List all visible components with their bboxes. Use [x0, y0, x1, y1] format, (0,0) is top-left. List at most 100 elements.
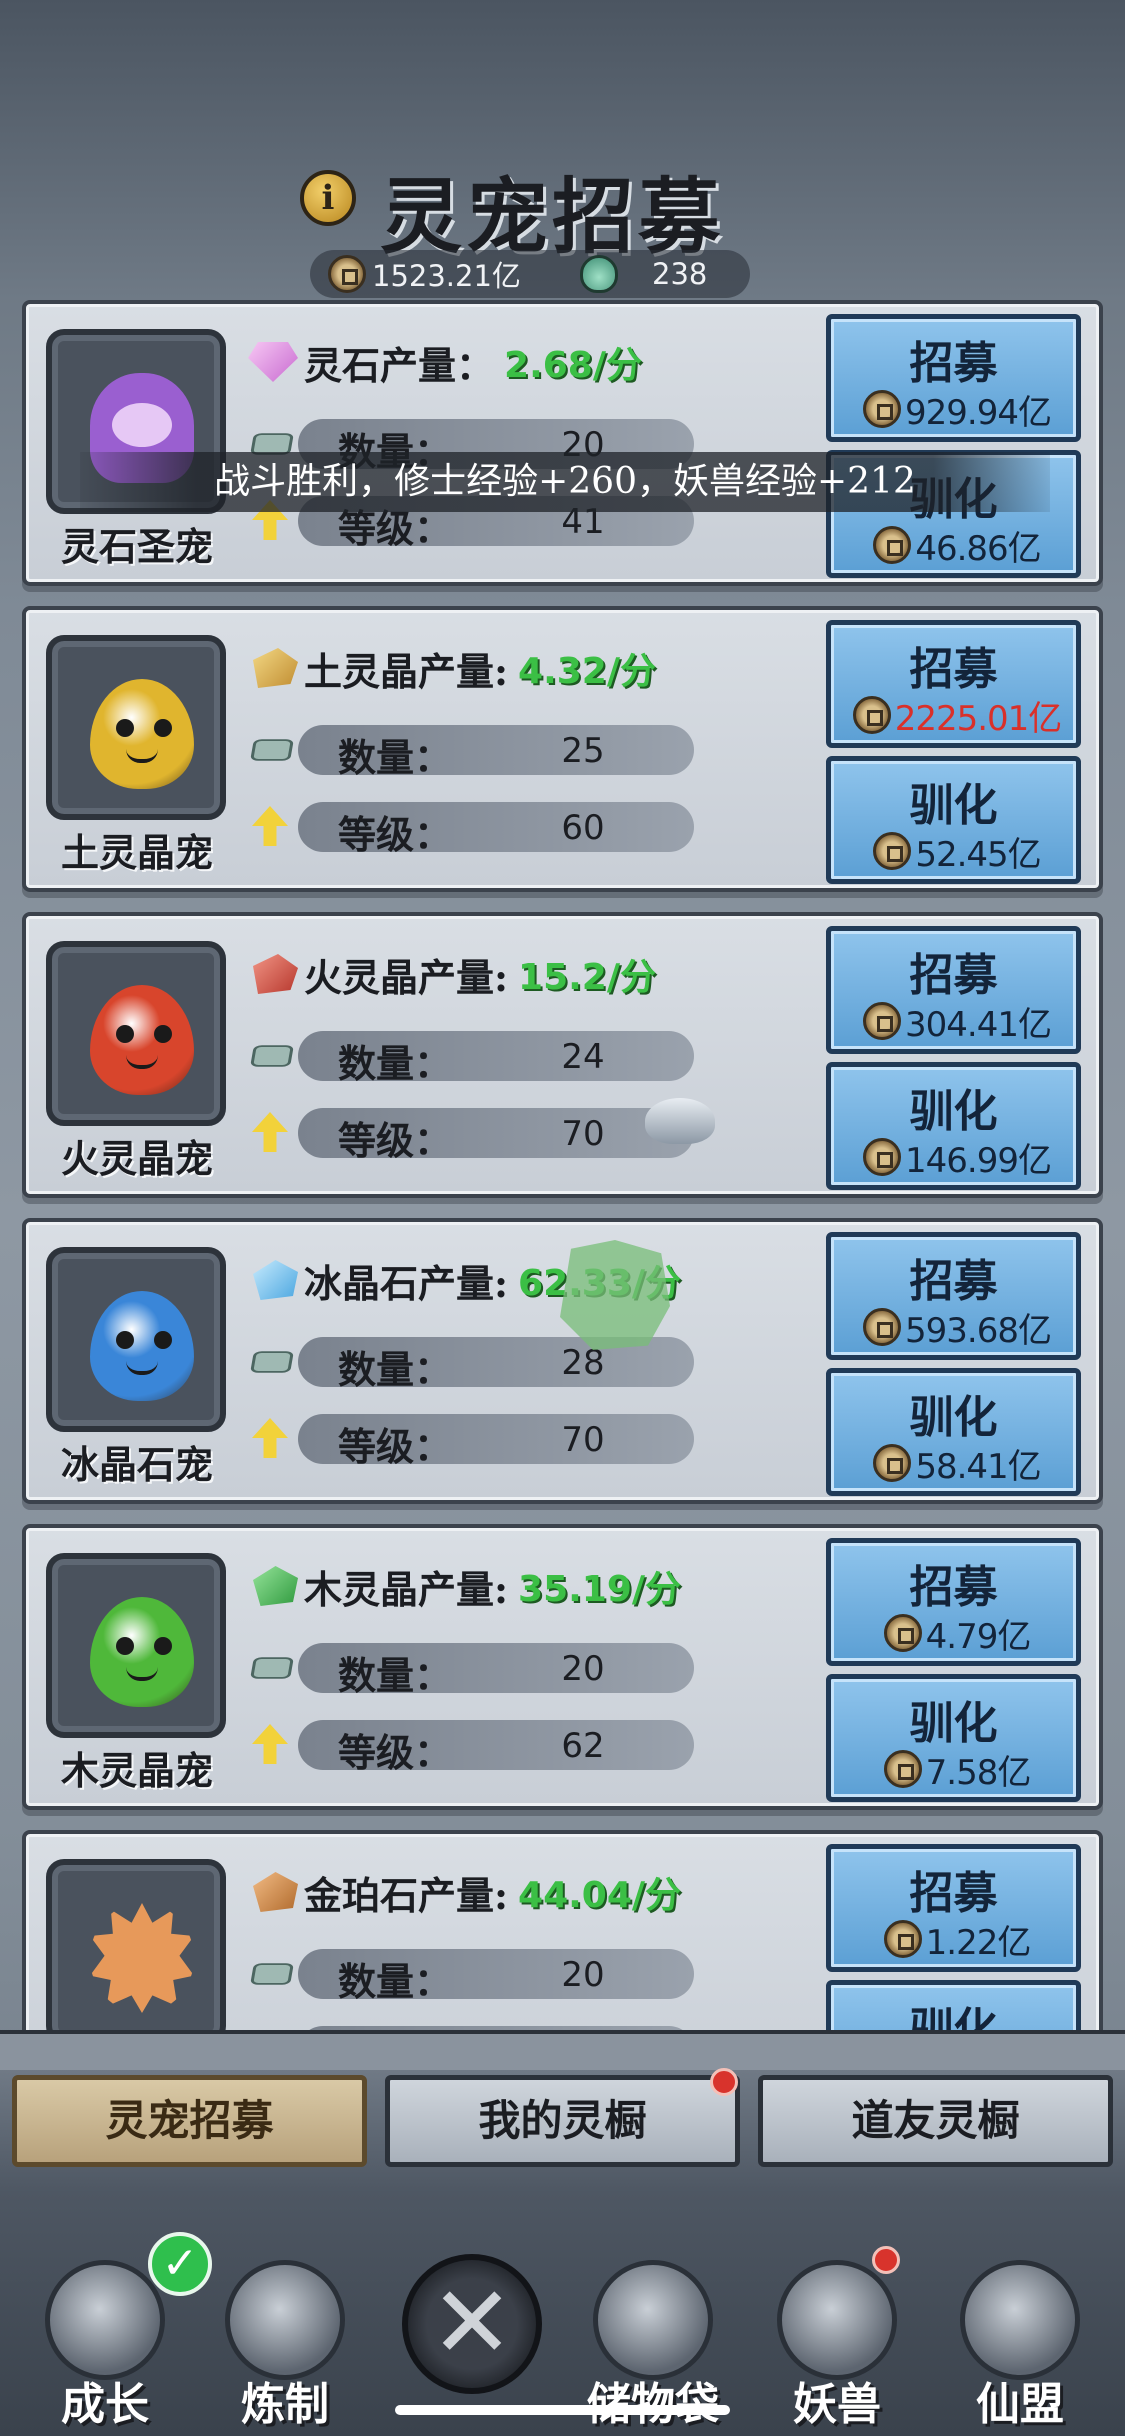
pet-avatar-frame[interactable]: [46, 1247, 226, 1432]
coin-icon: [873, 832, 912, 870]
quantity-bar: 数量： 25: [298, 725, 694, 780]
notification-text: 战斗胜利，修士经验+260，妖兽经验+212: [214, 461, 916, 502]
jade-icon: [580, 255, 618, 293]
close-button[interactable]: ✕: [402, 2254, 542, 2394]
tame-button[interactable]: 驯化 7.58亿: [826, 1674, 1081, 1802]
quantity-value: 20: [561, 1955, 605, 1995]
recruit-cost: 929.94亿: [839, 385, 1075, 433]
production-row: 火灵晶产量: 15.2/分: [248, 946, 656, 1002]
level-up-arrow-icon: [252, 806, 288, 846]
nav-alliance[interactable]: 仙盟: [935, 2250, 1105, 2436]
pet-avatar-frame[interactable]: [46, 635, 226, 820]
production-label: 冰晶石产量:: [304, 1260, 509, 1306]
production-label: 灵石产量：: [304, 342, 495, 388]
tab-friend-cabinet[interactable]: 道友灵橱: [758, 2075, 1113, 2167]
tame-button[interactable]: 驯化 52.45亿: [826, 756, 1081, 884]
coin-icon: [863, 1308, 902, 1346]
pet-card: 金珀石宠 金珀石产量: 44.04/分 数量： 20 等级： 招募 1.2: [22, 1830, 1103, 2040]
production-label: 火灵晶产量:: [304, 954, 509, 1000]
pet-name: 火灵晶宠: [60, 1136, 213, 1181]
stack-icon: [250, 1045, 294, 1067]
battle-notification: 战斗胜利，修士经验+260，妖兽经验+212: [80, 452, 1050, 512]
stack-icon: [250, 1351, 294, 1373]
production-rate: 35.19/分: [518, 1569, 682, 1610]
stack-icon: [250, 739, 294, 761]
pet-avatar-frame[interactable]: [46, 941, 226, 1126]
recruit-cost-value: 4.79亿: [925, 1616, 1032, 1657]
jade-amount: 238: [652, 257, 708, 291]
home-indicator: [395, 2405, 730, 2415]
recruit-button[interactable]: 招募 4.79亿: [826, 1538, 1081, 1666]
notification-dot: [710, 2068, 738, 2096]
tab-label: 道友灵橱: [851, 2096, 1020, 2145]
production-row: 土灵晶产量: 4.32/分: [248, 640, 656, 696]
recruit-button[interactable]: 招募 929.94亿: [826, 314, 1081, 442]
notification-dot: [872, 2246, 900, 2274]
recruit-cost: 2225.01亿: [839, 691, 1075, 739]
pet-avatar-frame[interactable]: [46, 1553, 226, 1738]
nav-label: 仙盟: [976, 2379, 1064, 2430]
recruit-cost-value: 304.41亿: [905, 1004, 1052, 1045]
recruit-label: 招募: [909, 338, 998, 389]
level-label: 等级：: [338, 812, 453, 857]
tame-label: 驯化: [909, 780, 998, 831]
close-icon: ✕: [430, 2264, 514, 2381]
tame-cost-value: 7.58亿: [925, 1752, 1032, 1793]
pet-avatar: [90, 985, 194, 1095]
tab-my-cabinet[interactable]: 我的灵橱: [385, 2075, 740, 2167]
quantity-label: 数量：: [338, 735, 453, 780]
pet-avatar: [90, 679, 194, 789]
pet-avatar-frame[interactable]: [46, 1859, 226, 2040]
nav-forge[interactable]: 炼制: [200, 2250, 370, 2436]
pet-avatar: [90, 1597, 194, 1707]
nav-label: 炼制: [241, 2379, 329, 2430]
coin-icon: [328, 255, 366, 293]
level-bar: 等级： 62: [298, 1720, 694, 1775]
tame-button[interactable]: 驯化 146.99亿: [826, 1062, 1081, 1190]
tame-button[interactable]: 驯化 58.41亿: [826, 1368, 1081, 1496]
coin-icon: [852, 696, 891, 734]
quantity-value: 28: [561, 1343, 605, 1383]
recruit-cost-value: 593.68亿: [905, 1310, 1052, 1351]
level-value: 70: [561, 1114, 605, 1154]
pet-avatar: [90, 1903, 194, 2013]
silver-ingot-icon: [645, 1098, 715, 1144]
coin-icon: [883, 1750, 922, 1788]
production-rate: 2.68/分: [504, 345, 642, 386]
growth-icon: [45, 2260, 165, 2380]
recruit-button[interactable]: 招募 593.68亿: [826, 1232, 1081, 1360]
yellow-gem-icon: [253, 648, 298, 688]
header: i 灵宠招募 1523.21亿 238: [0, 130, 1125, 300]
pet-name: 冰晶石宠: [60, 1442, 213, 1487]
pet-name: 木灵晶宠: [60, 1748, 213, 1793]
recruit-label: 招募: [909, 1868, 998, 1919]
recruit-label: 招募: [909, 1562, 998, 1613]
level-value: 60: [561, 808, 605, 848]
bag-icon: [593, 2260, 713, 2380]
tame-cost: 7.58亿: [839, 1745, 1075, 1793]
recruit-button[interactable]: 招募 2225.01亿: [826, 620, 1081, 748]
tame-cost-value: 52.45亿: [915, 834, 1041, 875]
recruit-button[interactable]: 招募 1.22亿: [826, 1844, 1081, 1972]
level-bar: 等级： 60: [298, 802, 694, 857]
recruit-cost-value: 929.94亿: [905, 392, 1052, 433]
tame-cost-value: 58.41亿: [915, 1446, 1041, 1487]
pet-avatar: [90, 1291, 194, 1401]
stack-icon: [250, 1963, 294, 1985]
green-gem-icon: [253, 1566, 298, 1606]
level-up-arrow-icon: [252, 1112, 288, 1152]
alliance-icon: [960, 2260, 1080, 2380]
level-up-arrow-icon: [252, 1418, 288, 1458]
pet-list[interactable]: 灵石圣宠 灵石产量： 2.68/分 数量： 20 等级： 41 招募 929: [22, 300, 1103, 2040]
quantity-bar: 数量： 24: [298, 1031, 694, 1086]
page-title: 灵宠招募: [380, 169, 725, 265]
nav-beast[interactable]: 妖兽: [752, 2250, 922, 2436]
quantity-label: 数量：: [338, 1959, 453, 2004]
info-icon[interactable]: i: [300, 170, 356, 226]
pet-card: 火灵晶宠 火灵晶产量: 15.2/分 数量： 24 等级： 70 招募 304.…: [22, 912, 1103, 1198]
production-rate: 4.32/分: [518, 651, 657, 692]
production-rate: 15.2/分: [518, 957, 657, 998]
quantity-label: 数量：: [338, 1041, 453, 1086]
tab-pet-recruit[interactable]: 灵宠招募: [12, 2075, 367, 2167]
recruit-button[interactable]: 招募 304.41亿: [826, 926, 1081, 1054]
